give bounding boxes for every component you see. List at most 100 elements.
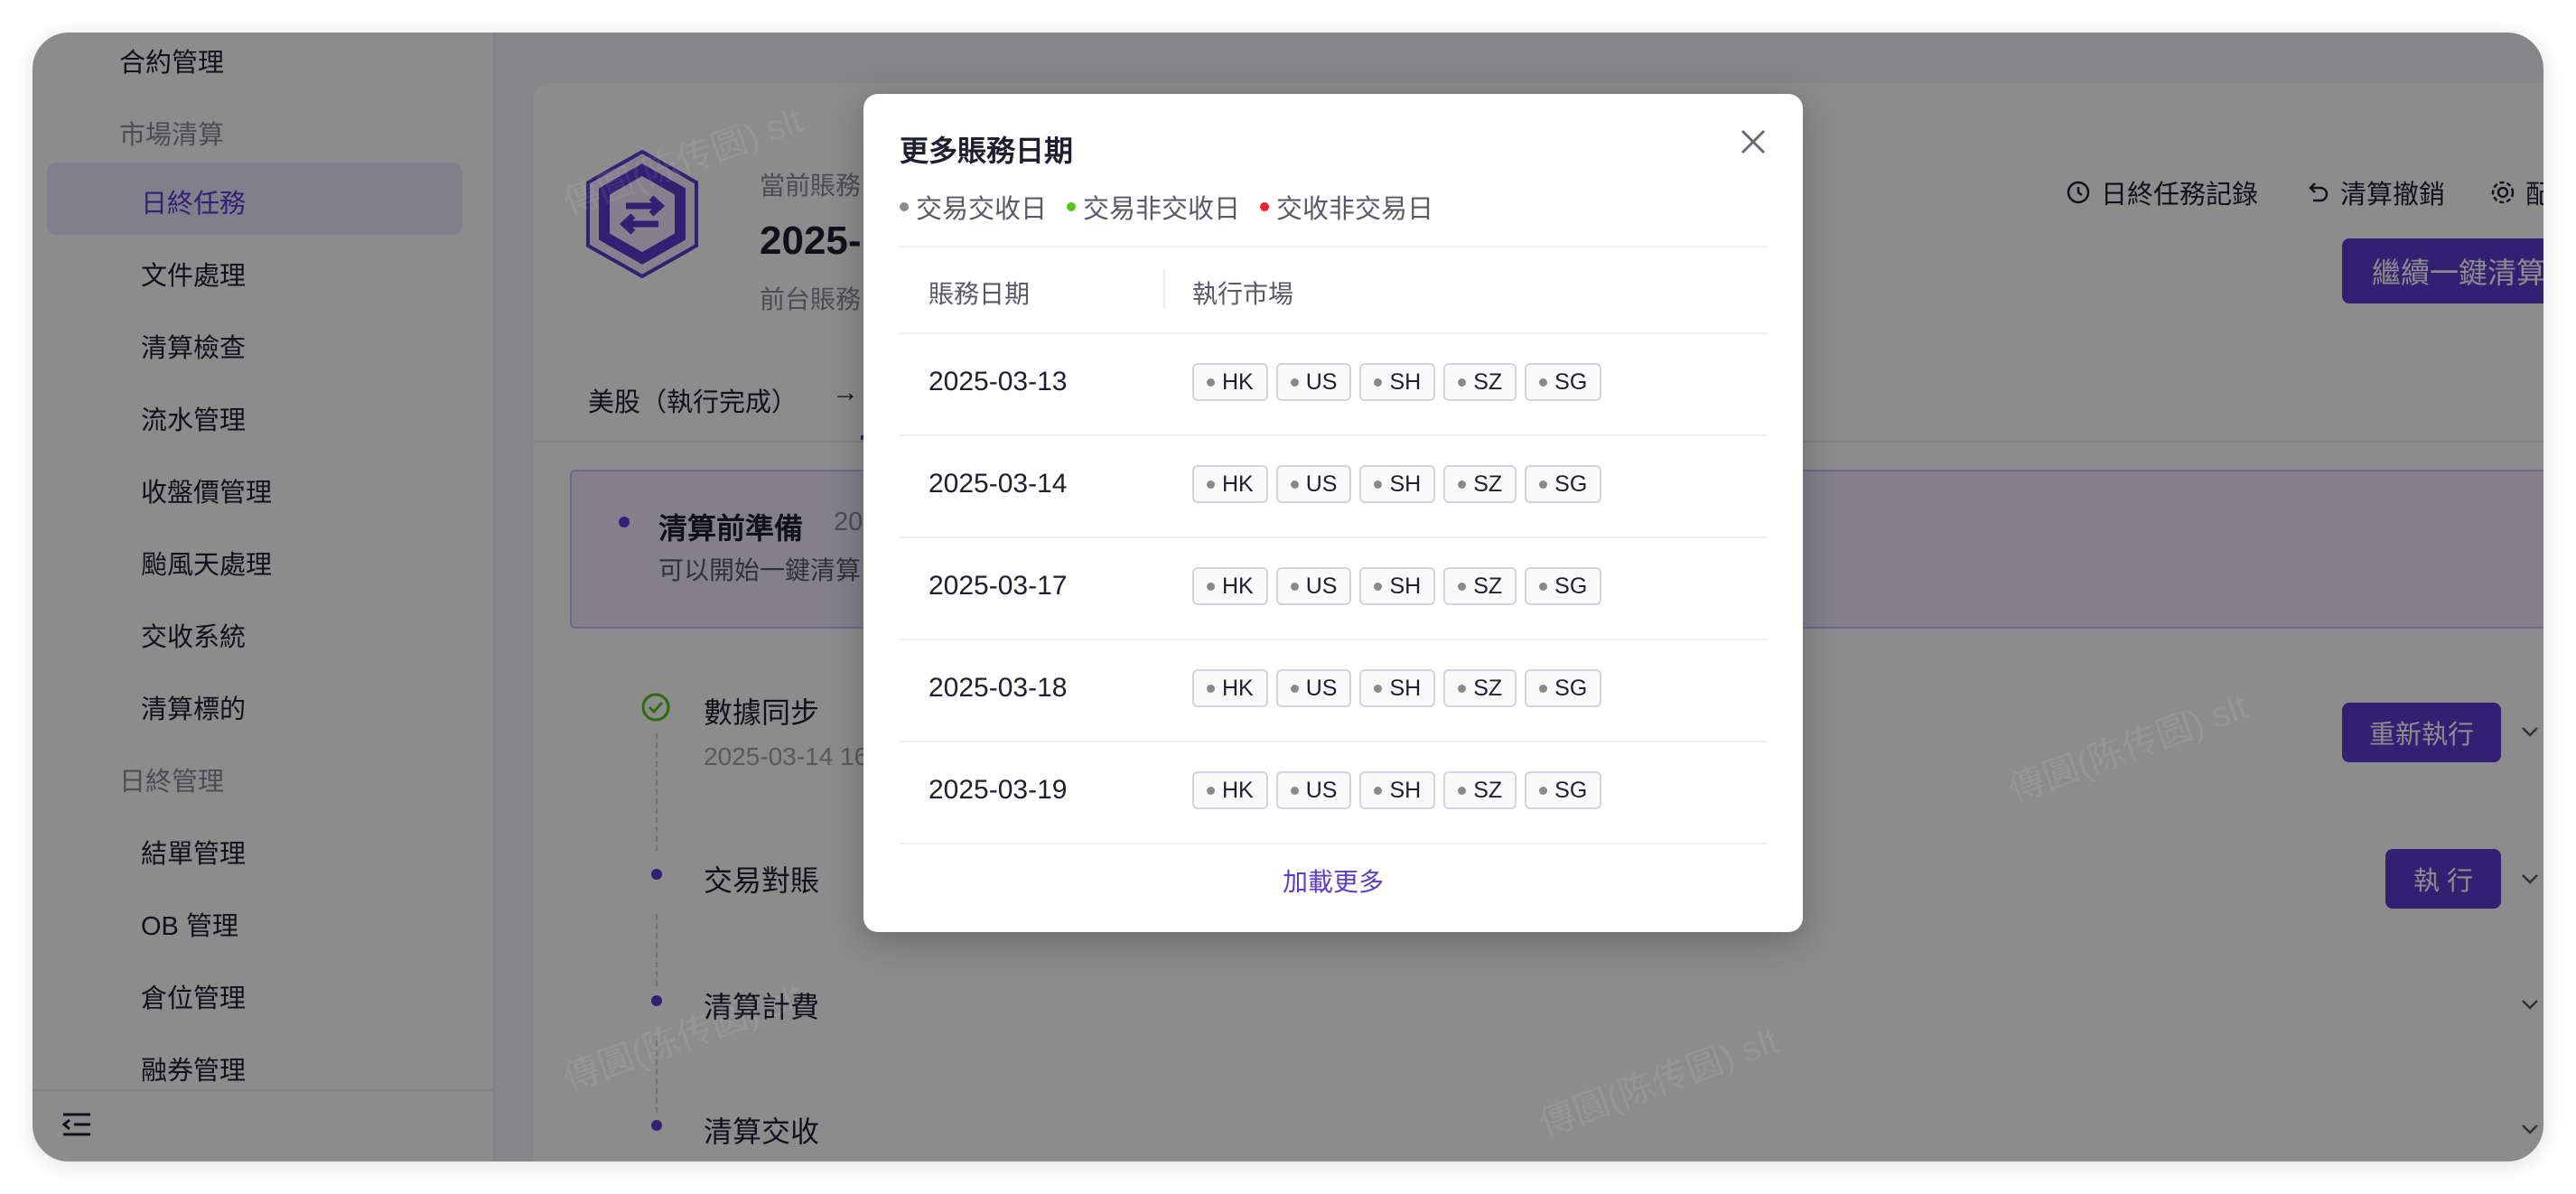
market-status-dot: [1290, 684, 1299, 693]
watermark: 傳圓(陈传圆) slt: [2003, 686, 2254, 810]
account-date: 2025-03-18: [929, 673, 1068, 703]
market-code: SH: [1389, 368, 1422, 395]
market-status-dot: [1374, 582, 1383, 591]
market-code: SG: [1554, 471, 1588, 497]
market-code: SZ: [1473, 675, 1503, 701]
market-status-dot: [1374, 378, 1383, 387]
market-code: SH: [1389, 675, 1422, 701]
market-status-dot: [1290, 480, 1299, 489]
close-icon[interactable]: [1738, 126, 1769, 157]
market-tags: HK US SH SZ SG: [1192, 771, 1602, 809]
market-status-dot: [1207, 582, 1215, 591]
market-code: HK: [1222, 777, 1254, 803]
column-header-date: 賬務日期: [929, 280, 1031, 308]
market-code: SG: [1554, 573, 1588, 599]
market-status-dot: [1458, 378, 1467, 387]
market-status-dot: [1374, 480, 1383, 489]
market-code: US: [1305, 471, 1338, 497]
market-tag: US: [1275, 669, 1352, 707]
market-code: SH: [1389, 471, 1422, 497]
legend-dot: [1067, 202, 1077, 211]
market-status-dot: [1374, 684, 1383, 693]
table-row: 2025-03-14 HK US SH SZ SG: [900, 436, 1767, 538]
account-date: 2025-03-13: [929, 367, 1068, 396]
market-tag: SG: [1525, 567, 1602, 605]
table-row: 2025-03-18 HK US SH SZ SG: [900, 640, 1767, 742]
market-tags: HK US SH SZ SG: [1192, 465, 1602, 503]
market-code: US: [1305, 368, 1338, 395]
account-date: 2025-03-19: [929, 775, 1068, 805]
market-code: HK: [1222, 368, 1254, 395]
market-tag: SZ: [1443, 771, 1517, 809]
market-code: US: [1305, 777, 1338, 803]
column-divider: [1163, 269, 1165, 309]
market-status-dot: [1458, 480, 1467, 489]
market-tag: SG: [1525, 771, 1602, 809]
market-tag: HK: [1192, 465, 1268, 503]
watermark: 傳圓(陈传圆) slt: [558, 99, 808, 223]
market-code: SZ: [1473, 368, 1503, 395]
market-status-dot: [1207, 378, 1215, 387]
market-tag: SH: [1359, 669, 1436, 707]
app-window: 合約管理 市場清算 日終任務 文件處理 清算檢查 流水管理 收盤價管理 颱風天處…: [33, 33, 2543, 1161]
market-tag: SZ: [1443, 465, 1517, 503]
market-status-dot: [1539, 480, 1548, 489]
account-date: 2025-03-17: [929, 571, 1068, 601]
market-status-dot: [1539, 378, 1548, 387]
market-status-dot: [1539, 786, 1548, 795]
market-code: HK: [1222, 471, 1254, 497]
market-status-dot: [1539, 684, 1548, 693]
market-tag: SG: [1525, 465, 1602, 503]
account-date: 2025-03-14: [929, 469, 1068, 499]
market-code: SG: [1554, 368, 1588, 395]
market-tag: SG: [1525, 363, 1602, 401]
load-more-link[interactable]: 加載更多: [863, 863, 1803, 899]
legend-label: 交易非交收日: [1083, 195, 1241, 224]
market-code: SZ: [1473, 573, 1503, 599]
market-tag: SH: [1359, 363, 1436, 401]
market-status-dot: [1374, 786, 1383, 795]
legend-trade-nonsettle: 交易非交收日: [1067, 188, 1240, 226]
table-header: 賬務日期 執行市場: [900, 246, 1767, 334]
market-status-dot: [1458, 786, 1467, 795]
market-tag: SH: [1359, 771, 1436, 809]
market-status-dot: [1290, 786, 1299, 795]
market-tag: SZ: [1443, 669, 1517, 707]
market-status-dot: [1458, 582, 1467, 591]
date-type-legend: 交易交收日 交易非交收日 交收非交易日: [900, 188, 1433, 226]
table-row: 2025-03-17 HK US SH SZ SG: [900, 538, 1767, 640]
more-dates-modal: 更多賬務日期 交易交收日 交易非交收日 交收非交易日 賬務日期 執行市場 202…: [863, 94, 1803, 932]
market-code: HK: [1222, 675, 1254, 701]
legend-dot: [900, 202, 909, 211]
market-tag: SZ: [1443, 567, 1517, 605]
market-code: HK: [1222, 573, 1254, 599]
market-tag: SG: [1525, 669, 1602, 707]
column-header-markets: 執行市場: [1192, 280, 1294, 308]
market-tag: HK: [1192, 363, 1268, 401]
market-status-dot: [1458, 684, 1467, 693]
market-status-dot: [1290, 582, 1299, 591]
market-code: SG: [1554, 675, 1588, 701]
legend-label: 交易交收日: [916, 195, 1048, 224]
market-tag: HK: [1192, 669, 1268, 707]
market-code: US: [1305, 573, 1338, 599]
watermark: 傳圓(陈传圆) slt: [558, 975, 808, 1099]
market-code: SZ: [1473, 777, 1503, 803]
market-tag: US: [1275, 363, 1352, 401]
market-tags: HK US SH SZ SG: [1192, 669, 1602, 707]
market-status-dot: [1290, 378, 1299, 387]
dates-table: 賬務日期 執行市場 2025-03-13 HK US SH SZ SG 2025-03-14…: [900, 246, 1767, 844]
market-tag: SZ: [1443, 363, 1517, 401]
legend-trade-settle: 交易交收日: [900, 188, 1047, 226]
market-tag: US: [1275, 567, 1352, 605]
watermark: 傳圓(陈传圆) slt: [1534, 1021, 1784, 1144]
market-tags: HK US SH SZ SG: [1192, 363, 1602, 401]
market-code: US: [1305, 675, 1338, 701]
legend-label: 交收非交易日: [1276, 195, 1434, 224]
market-status-dot: [1539, 582, 1548, 591]
table-row: 2025-03-19 HK US SH SZ SG: [900, 742, 1767, 844]
market-status-dot: [1207, 684, 1215, 693]
market-status-dot: [1207, 480, 1215, 489]
market-tag: US: [1275, 771, 1352, 809]
market-tag: SH: [1359, 465, 1436, 503]
